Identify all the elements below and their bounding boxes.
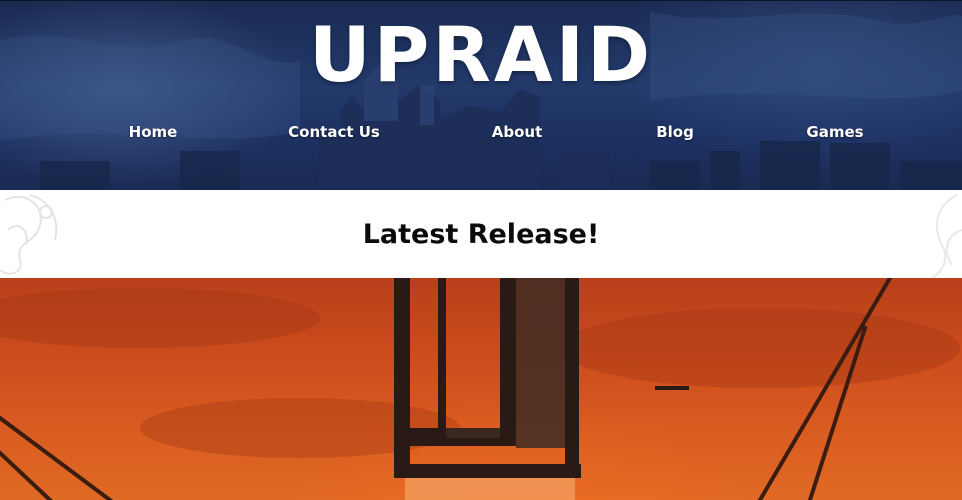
latest-release-feature-image[interactable]	[0, 278, 962, 500]
main-navigation: Home Contact Us About Blog Games	[0, 119, 962, 147]
nav-games-link[interactable]: Games	[806, 119, 863, 145]
nav-about-link[interactable]: About	[492, 119, 543, 145]
feature-artwork	[0, 278, 960, 500]
nav-home-link[interactable]: Home	[129, 119, 178, 145]
latest-release-banner: Latest Release!	[0, 190, 962, 278]
hero-header: UPRAID Home Contact Us About Blog Games	[0, 0, 962, 190]
nav-blog-link[interactable]: Blog	[656, 119, 694, 145]
latest-release-heading: Latest Release!	[362, 219, 600, 250]
nav-contact-us-link[interactable]: Contact Us	[288, 119, 380, 145]
site-logo[interactable]: UPRAID	[0, 15, 962, 95]
